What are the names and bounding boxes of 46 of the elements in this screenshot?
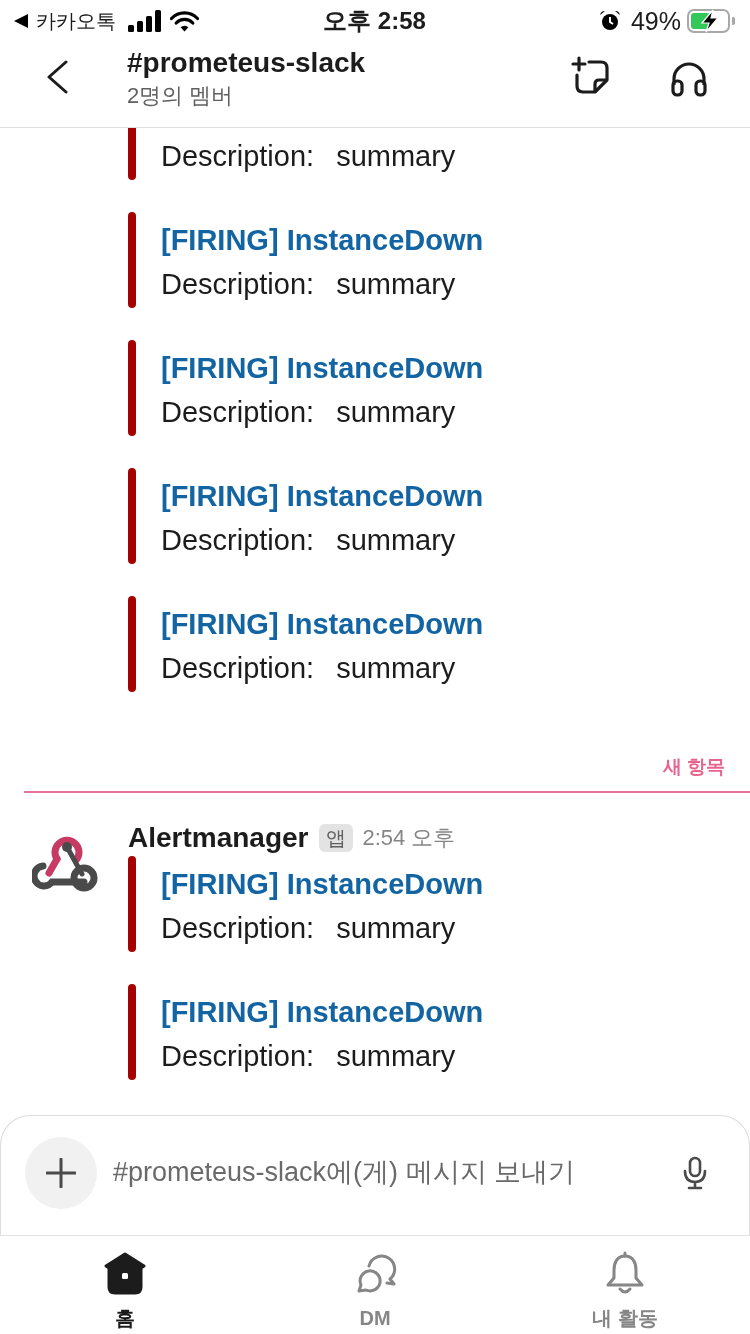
description-value: summary <box>336 523 456 558</box>
description-value: summary <box>336 395 456 430</box>
home-icon <box>103 1251 147 1295</box>
message-time: 2:54 오후 <box>362 823 456 852</box>
app-badge: 앱 <box>318 823 353 852</box>
attachment-color-bar <box>128 128 136 180</box>
description-value: summary <box>336 267 456 302</box>
description-label: Description: <box>161 395 315 430</box>
alarm-clock-icon <box>598 10 621 32</box>
note-plus-icon <box>571 56 611 96</box>
battery-percent: 49% <box>630 7 681 35</box>
message-input[interactable]: #prometeus-slack에(게) 메시지 보내기 <box>113 1152 657 1193</box>
webhook-logo-icon <box>32 836 98 891</box>
battery-charging-icon <box>687 9 735 33</box>
clock-time: 오후 2:58 <box>323 7 426 35</box>
description-value: summary <box>336 139 456 174</box>
alert-title-link[interactable]: [FIRING] InstanceDown <box>161 474 484 518</box>
sender-name[interactable]: Alertmanager <box>128 819 309 856</box>
description-label: Description: <box>161 651 315 686</box>
headphones-icon <box>669 61 709 97</box>
dm-tab[interactable]: DM <box>250 1236 500 1334</box>
description-value: summary <box>336 910 456 946</box>
back-app-label[interactable]: 카카오톡 <box>36 9 116 33</box>
channel-title[interactable]: #prometeus-slack <box>127 46 567 80</box>
alert-title-link[interactable]: [FIRING] InstanceDown <box>161 346 484 390</box>
description-value: summary <box>336 651 456 686</box>
back-triangle-icon[interactable] <box>14 14 28 28</box>
member-count[interactable]: 2명의 멤버 <box>127 82 567 110</box>
plus-icon <box>46 1157 76 1188</box>
wifi-icon <box>170 10 199 32</box>
alert-title-link[interactable]: [FIRING] InstanceDown <box>161 218 484 262</box>
activity-tab[interactable]: 내 활동 <box>500 1236 750 1334</box>
description-label: Description: <box>161 523 315 558</box>
description-label: Description: <box>161 1038 315 1074</box>
description-label: Description: <box>161 910 315 946</box>
description-label: Description: <box>161 267 315 302</box>
new-items-label: 새 항목 <box>662 755 725 779</box>
microphone-icon <box>682 1155 708 1190</box>
description-value: summary <box>336 1038 456 1074</box>
chevron-left-icon <box>45 60 69 94</box>
description-label: Description: <box>161 139 315 174</box>
alert-title-link[interactable]: [FIRING] InstanceDown <box>161 602 484 646</box>
signal-bars-icon <box>128 10 161 32</box>
alert-title-link[interactable]: [FIRING] InstanceDown <box>161 861 484 906</box>
home-tab[interactable]: 홈 <box>0 1236 250 1334</box>
alert-title-link[interactable]: [FIRING] InstanceDown <box>161 989 484 1034</box>
